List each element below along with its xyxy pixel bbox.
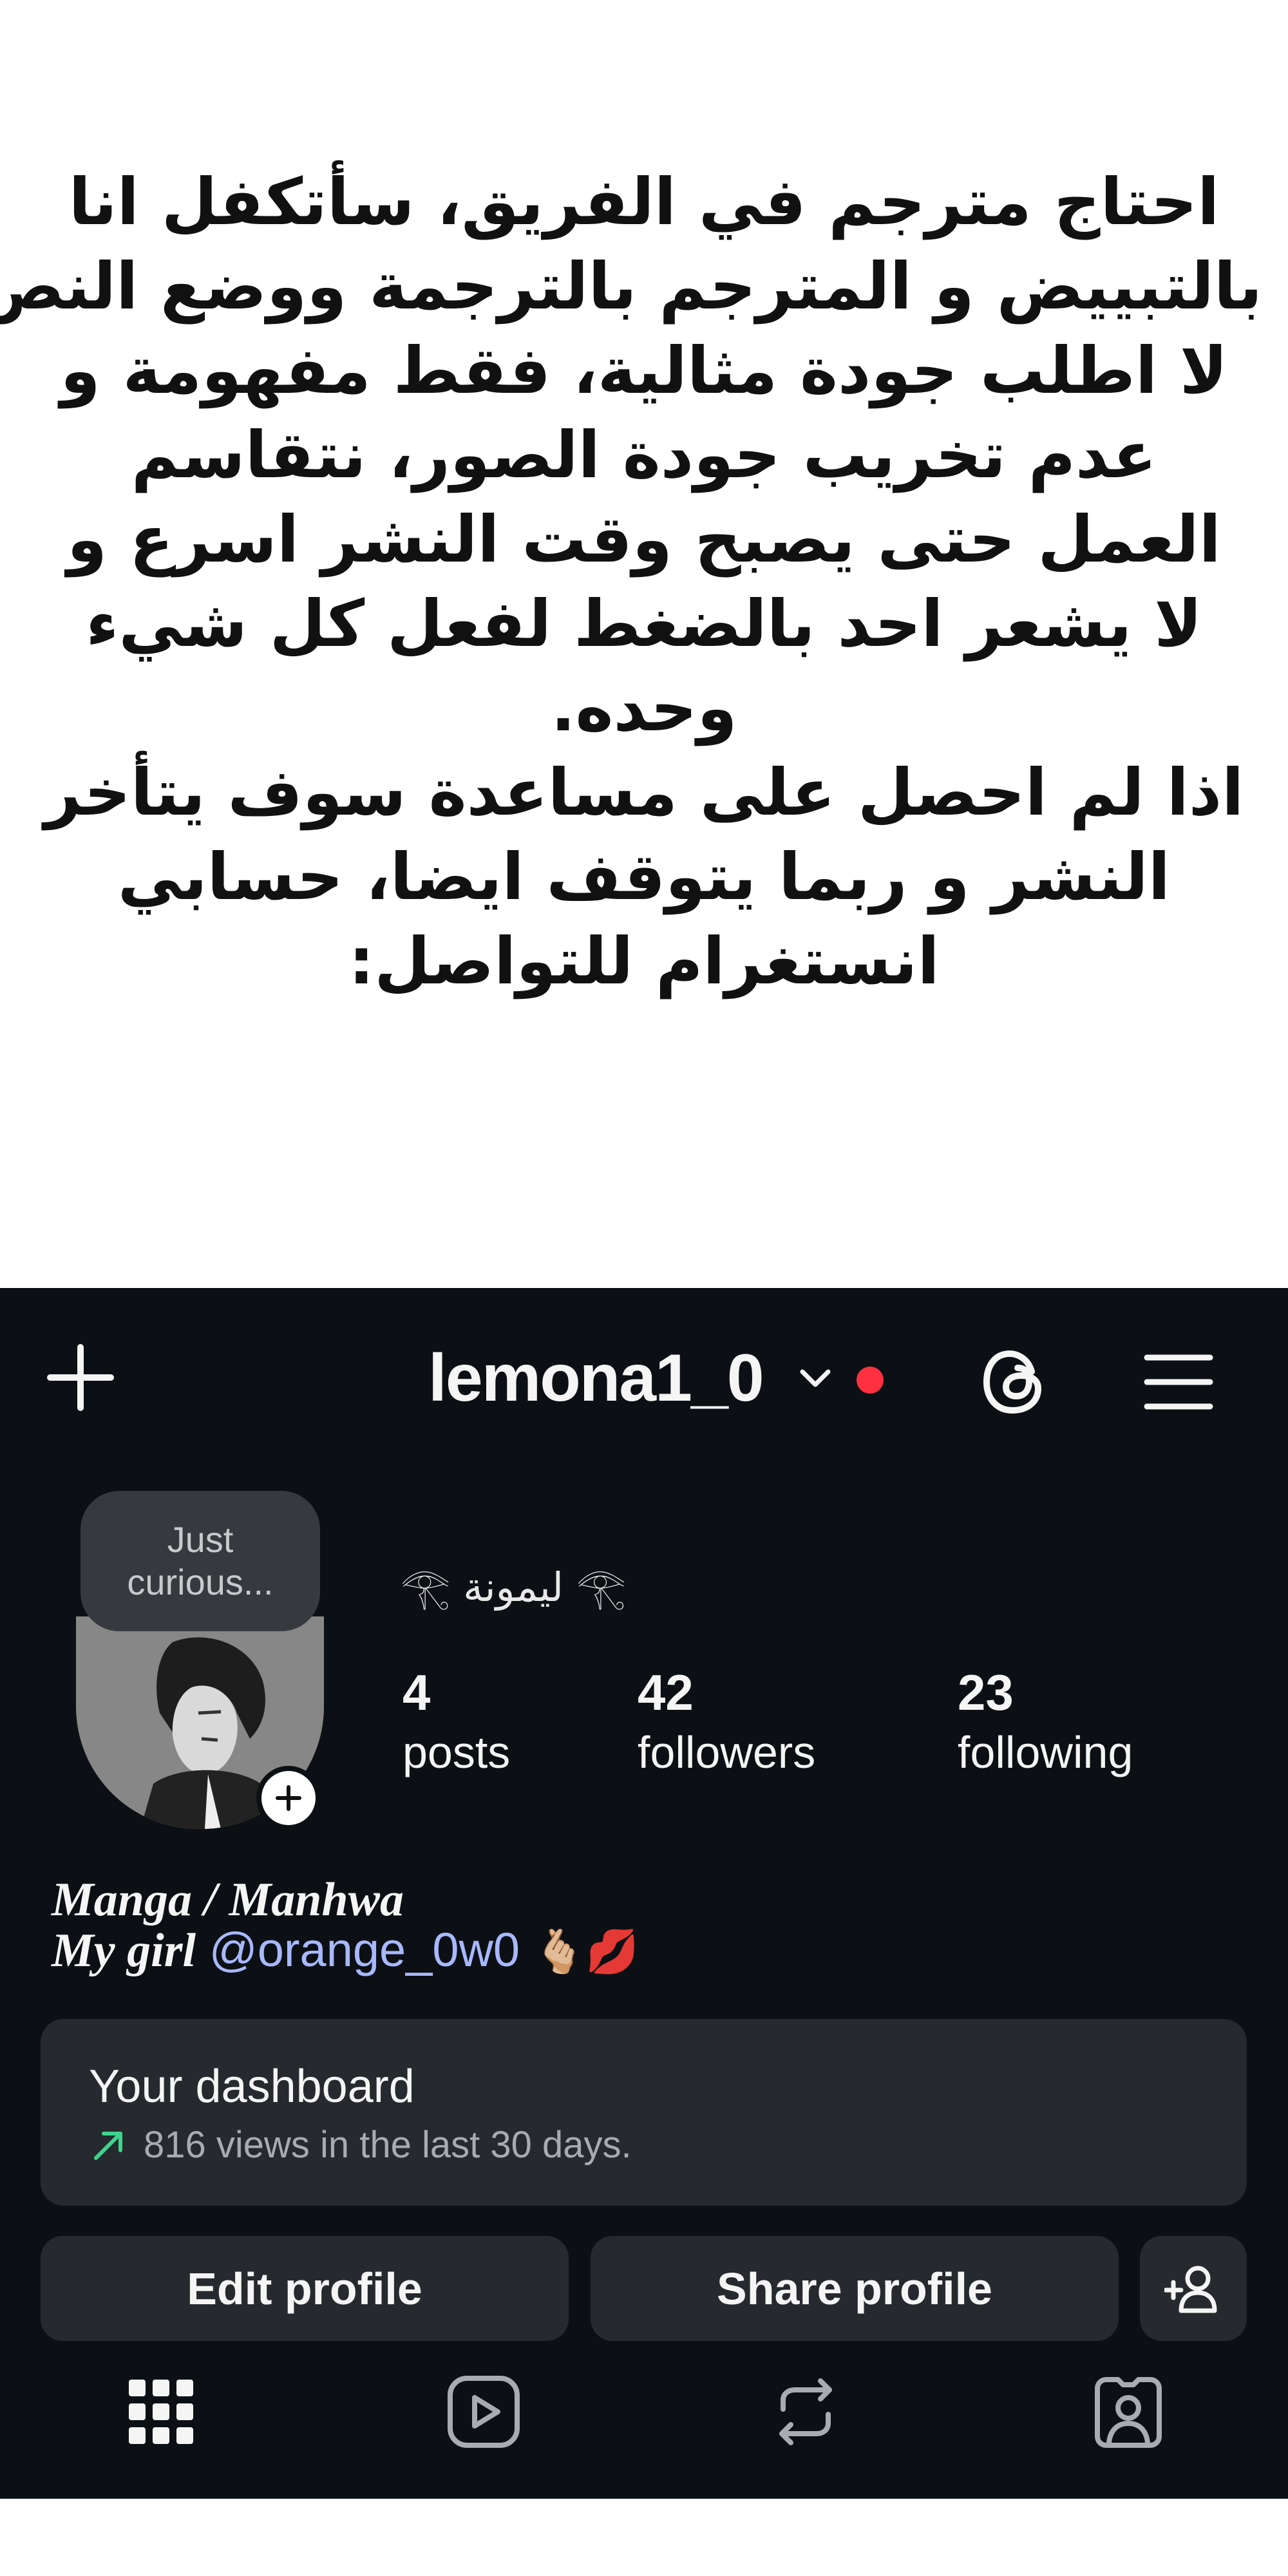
announcement-line: لا اطلب جودة مثالية، فقط مفهومة و <box>60 333 1228 408</box>
announcement-line: النشر و ربما يتوقف ايضا، حسابي <box>117 839 1171 914</box>
dashboard-subtitle: 816 views in the last 30 days. <box>144 2124 632 2166</box>
bio-line: Manga / Manhwa <box>52 1873 404 1926</box>
announcement-line: وحده. <box>551 670 737 746</box>
tagged-icon[interactable] <box>1086 2370 1170 2454</box>
threads-icon[interactable] <box>979 1346 1051 1418</box>
plus-icon <box>276 1785 301 1811</box>
reposts-icon[interactable] <box>764 2370 848 2454</box>
followers-count: 42 <box>638 1664 694 1721</box>
announcement-line: بالتبييض و المترجم بالترجمة ووضع النص، <box>0 249 1262 324</box>
display-name: 𓂀 ليمونة 𓂀 <box>401 1564 627 1611</box>
dashboard-title: Your dashboard <box>89 2061 415 2112</box>
announcement-line: انستغرام للتواصل: <box>348 923 940 999</box>
bottom-margin <box>0 2499 1288 2576</box>
menu-icon[interactable] <box>1143 1351 1214 1413</box>
add-icon[interactable] <box>45 1342 116 1413</box>
grid-icon[interactable] <box>119 2370 203 2454</box>
followers-label: followers <box>638 1727 816 1777</box>
announcement-line: احتاج مترجم في الفريق، سأتكفل انا <box>68 164 1220 240</box>
announcement-line: لا يشعر احد بالضغط لفعل كل شيء <box>86 586 1202 661</box>
add-person-icon <box>1164 2266 1217 2313</box>
posts-stat[interactable]: 4 posts <box>402 1662 510 1781</box>
bio-line: My girl @orange_0w0 🫰🏼💋 <box>52 1921 639 1980</box>
bio-text: My girl <box>52 1924 196 1977</box>
followers-stat[interactable]: 42 followers <box>638 1662 815 1781</box>
add-story-button[interactable] <box>256 1766 321 1830</box>
discover-people-button[interactable] <box>1140 2236 1247 2341</box>
announcement-line: العمل حتى يصبح وقت النشر اسرع و <box>67 502 1221 577</box>
dashboard-card[interactable]: Your dashboard 816 views in the last 30 … <box>41 2019 1247 2206</box>
posts-count: 4 <box>402 1664 431 1721</box>
following-count: 23 <box>958 1664 1014 1721</box>
note-text-line: curious... <box>127 1562 274 1602</box>
announcement-line: عدم تخريب جودة الصور، نتقاسم <box>131 417 1157 493</box>
bio-emojis: 🫰🏼💋 <box>533 1927 639 1975</box>
announcement-text: احتاج مترجم في الفريق، سأتكفل انا بالتبي… <box>0 160 1262 1003</box>
trend-up-icon <box>91 2127 127 2163</box>
announcement-line: اذا لم احصل على مساعدة سوف يتأخر <box>44 755 1244 830</box>
chevron-down-icon[interactable] <box>797 1365 833 1391</box>
reels-icon[interactable] <box>442 2370 526 2454</box>
instagram-profile-screen: lemona1_0 Just curious... 𓂀 ليمونة 𓂀 4 p… <box>0 1288 1288 2499</box>
bio-mention-link[interactable]: @orange_0w0 <box>209 1923 520 1976</box>
edit-profile-button[interactable]: Edit profile <box>41 2236 569 2341</box>
notification-dot <box>857 1367 884 1394</box>
note-text-line: Just <box>167 1519 234 1560</box>
username[interactable]: lemona1_0 <box>428 1340 764 1417</box>
following-label: following <box>958 1727 1133 1777</box>
posts-label: posts <box>402 1727 511 1777</box>
share-profile-button[interactable]: Share profile <box>591 2236 1119 2341</box>
announcement-section: احتاج مترجم في الفريق، سأتكفل انا بالتبي… <box>0 0 1288 1288</box>
following-stat[interactable]: 23 following <box>958 1662 1133 1781</box>
profile-note-bubble[interactable]: Just curious... <box>80 1491 320 1631</box>
